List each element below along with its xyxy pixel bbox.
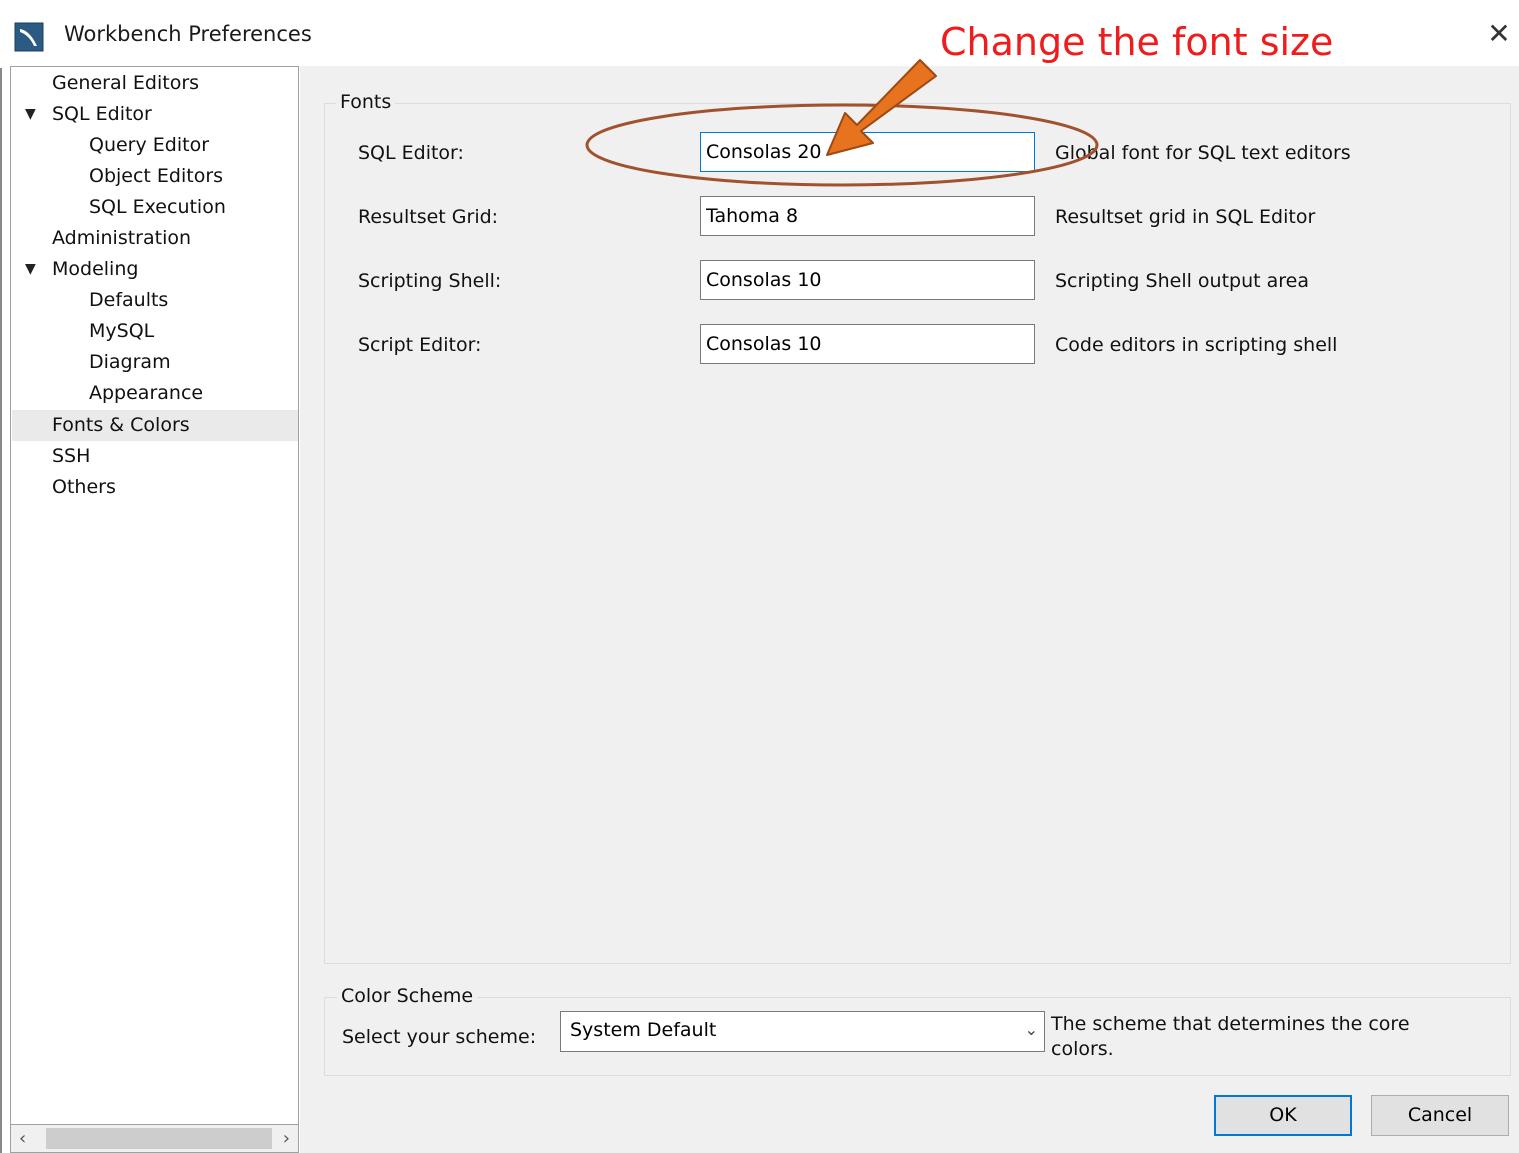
scheme-description: The scheme that determines the core colo… (1051, 1012, 1410, 1062)
sql-editor-font-input[interactable] (700, 132, 1035, 172)
preferences-tree[interactable]: General Editors ▼ SQL Editor Query Edito… (10, 66, 299, 1125)
scheme-selected-value: System Default (570, 1019, 717, 1041)
expand-triangle-icon[interactable]: ▼ (25, 99, 36, 130)
tree-item-label: SQL Editor (52, 103, 152, 125)
scheme-label: Select your scheme: (342, 1026, 537, 1048)
tree-item-label: Fonts & Colors (52, 414, 190, 436)
scheme-select[interactable]: System Default ⌄ (560, 1011, 1045, 1052)
scheme-description-line: The scheme that determines the core (1051, 1013, 1410, 1035)
chevron-down-icon[interactable]: ⌄ (1025, 1020, 1038, 1039)
tree-item-administration[interactable]: Administration (52, 223, 191, 254)
tree-item-diagram[interactable]: Diagram (89, 347, 171, 378)
tree-item-ssh[interactable]: SSH (52, 441, 90, 472)
color-scheme-group-title: Color Scheme (337, 985, 478, 1007)
tree-item-fonts-colors[interactable]: Fonts & Colors (12, 410, 298, 441)
script-editor-font-input[interactable] (700, 324, 1035, 364)
tree-item-sql-execution[interactable]: SQL Execution (89, 192, 226, 223)
window-title: Workbench Preferences (64, 22, 312, 46)
sql-editor-font-label: SQL Editor: (358, 142, 464, 164)
window-border (0, 68, 2, 1153)
expand-triangle-icon[interactable]: ▼ (25, 254, 36, 285)
resultset-grid-font-description: Resultset grid in SQL Editor (1055, 206, 1316, 228)
tree-item-defaults[interactable]: Defaults (89, 285, 168, 316)
ok-button[interactable]: OK (1214, 1095, 1352, 1136)
tree-item-appearance[interactable]: Appearance (89, 378, 203, 409)
scripting-shell-font-description: Scripting Shell output area (1055, 270, 1309, 292)
scripting-shell-font-input[interactable] (700, 260, 1035, 300)
scrollbar-thumb[interactable] (46, 1128, 272, 1149)
tree-item-general-editors[interactable]: General Editors (52, 68, 199, 99)
close-icon[interactable]: ✕ (1479, 14, 1519, 54)
annotation-text: Change the font size (940, 20, 1334, 64)
scroll-right-icon[interactable]: › (283, 1125, 290, 1153)
tree-item-modeling[interactable]: ▼ Modeling (11, 254, 297, 285)
fonts-group-title: Fonts (336, 91, 396, 113)
tree-item-sql-editor[interactable]: ▼ SQL Editor (11, 99, 297, 130)
tree-item-object-editors[interactable]: Object Editors (89, 161, 223, 192)
tree-item-label: Modeling (52, 258, 139, 280)
sql-editor-font-description: Global font for SQL text editors (1055, 142, 1351, 164)
tree-item-mysql[interactable]: MySQL (89, 316, 154, 347)
preferences-content: Fonts SQL Editor: Global font for SQL te… (300, 66, 1519, 1153)
cancel-button[interactable]: Cancel (1371, 1095, 1509, 1136)
tree-item-query-editor[interactable]: Query Editor (89, 130, 209, 161)
sidebar-horizontal-scrollbar[interactable]: ‹ › (10, 1125, 299, 1153)
resultset-grid-font-input[interactable] (700, 196, 1035, 236)
scroll-left-icon[interactable]: ‹ (19, 1125, 26, 1153)
script-editor-font-description: Code editors in scripting shell (1055, 334, 1338, 356)
scripting-shell-font-label: Scripting Shell: (358, 270, 502, 292)
script-editor-font-label: Script Editor: (358, 334, 482, 356)
tree-item-others[interactable]: Others (52, 472, 116, 503)
resultset-grid-font-label: Resultset Grid: (358, 206, 499, 228)
scheme-description-line: colors. (1051, 1038, 1114, 1060)
mysql-workbench-icon (14, 22, 44, 52)
